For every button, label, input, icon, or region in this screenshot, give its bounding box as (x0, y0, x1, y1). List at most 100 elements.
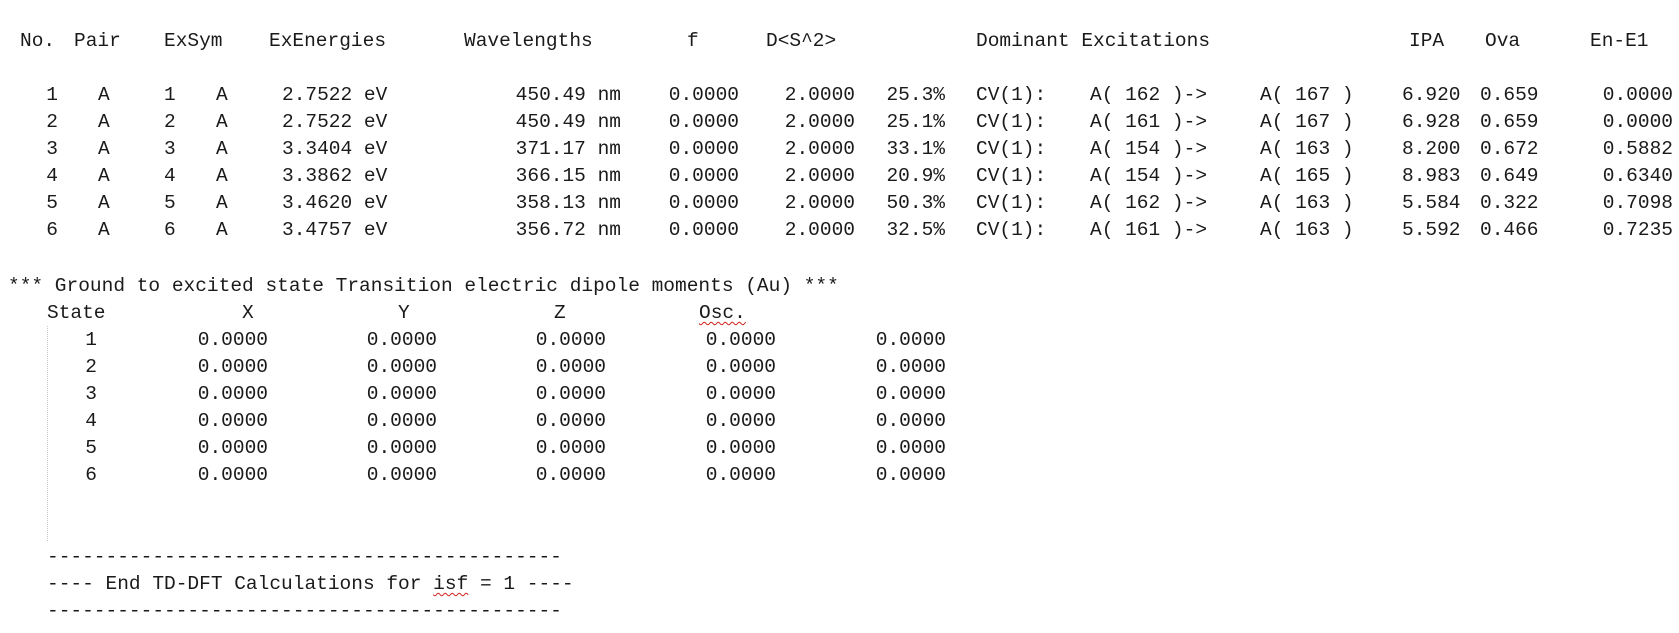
cell-no: 1 (46, 84, 58, 106)
cell-exsym-n: 6 (164, 219, 176, 241)
dipole-cell-value: 0.0000 (875, 356, 946, 378)
dipole-cell-value: 0.0000 (366, 437, 437, 459)
dipole-cell-value: 0.0000 (875, 410, 946, 432)
dipole-cell-value: 0.0000 (366, 356, 437, 378)
cell-ds2: 2.0000 (784, 165, 855, 187)
cell-from: A( 161 )-> (1090, 219, 1208, 241)
cell-ipa: 6.920 (1402, 84, 1461, 106)
cell-to: A( 165 ) (1260, 165, 1354, 187)
cell-pct: 25.3% (886, 84, 945, 106)
cell-ova: 0.659 (1480, 84, 1539, 106)
footer-dash-line-bottom: ----------------------------------------… (47, 600, 562, 622)
cell-exsym-n: 3 (164, 138, 176, 160)
cell-to: A( 163 ) (1260, 138, 1354, 160)
cell-cv: CV(1): (976, 192, 1047, 214)
header-ds2: D<S^2> (766, 30, 837, 52)
cell-ds2: 2.0000 (784, 138, 855, 160)
cell-energy: 3.4620 eV (282, 192, 388, 214)
dipole-cell-value: 0.0000 (366, 329, 437, 351)
cell-pct: 32.5% (886, 219, 945, 241)
header-ova: Ova (1485, 30, 1521, 52)
dipole-cell-value: 0.0000 (705, 464, 776, 486)
cell-exsym-s: A (216, 165, 228, 187)
dotted-guide-line (47, 326, 48, 541)
cell-wave: 450.49 nm (515, 84, 621, 106)
dipole-header-z: Z (554, 302, 566, 324)
dipole-cell-state: 1 (85, 329, 97, 351)
cell-wave: 356.72 nm (515, 219, 621, 241)
cell-energy: 3.3404 eV (282, 138, 388, 160)
dipole-cell-value: 0.0000 (535, 410, 606, 432)
dipole-cell-value: 0.0000 (535, 464, 606, 486)
cell-exsym-n: 2 (164, 111, 176, 133)
cell-no: 2 (46, 111, 58, 133)
header-wavelengths: Wavelengths (464, 30, 593, 52)
cell-pct: 25.1% (886, 111, 945, 133)
cell-no: 3 (46, 138, 58, 160)
cell-ene1: 0.7235 (1602, 219, 1673, 241)
dipole-cell-value: 0.0000 (197, 356, 268, 378)
dipole-cell-value: 0.0000 (535, 329, 606, 351)
cell-pair: A (98, 192, 110, 214)
cell-from: A( 154 )-> (1090, 138, 1208, 160)
footer-end-line: ---- End TD-DFT Calculations for isf = 1… (47, 571, 574, 598)
header-f: f (687, 30, 699, 52)
cell-ds2: 2.0000 (784, 192, 855, 214)
footer-end-prefix: ---- End TD-DFT Calculations for (47, 573, 434, 595)
cell-to: A( 167 ) (1260, 111, 1354, 133)
cell-pct: 50.3% (886, 192, 945, 214)
cell-ds2: 2.0000 (784, 84, 855, 106)
dipole-header-osc: Osc. (699, 302, 746, 324)
dipole-cell-value: 0.0000 (705, 356, 776, 378)
dipole-cell-value: 0.0000 (535, 356, 606, 378)
dipole-cell-value: 0.0000 (875, 437, 946, 459)
cell-from: A( 162 )-> (1090, 192, 1208, 214)
header-ipa: IPA (1409, 30, 1445, 52)
footer-dash-line-top: ----------------------------------------… (47, 546, 562, 568)
dipole-header-x: X (242, 302, 254, 324)
cell-ipa: 8.200 (1402, 138, 1461, 160)
cell-ene1: 0.5882 (1602, 138, 1673, 160)
dipole-cell-value: 0.0000 (366, 464, 437, 486)
cell-ds2: 2.0000 (784, 111, 855, 133)
cell-exsym-n: 5 (164, 192, 176, 214)
header-en-e1: En-E1 (1590, 30, 1649, 52)
cell-f: 0.0000 (668, 138, 739, 160)
cell-f: 0.0000 (668, 84, 739, 106)
cell-exsym-s: A (216, 192, 228, 214)
cell-from: A( 161 )-> (1090, 111, 1208, 133)
cell-ipa: 6.928 (1402, 111, 1461, 133)
cell-exsym-n: 1 (164, 84, 176, 106)
header-exsym: ExSym (164, 30, 223, 52)
cell-exsym-s: A (216, 219, 228, 241)
cell-ipa: 8.983 (1402, 165, 1461, 187)
header-no: No. (20, 30, 56, 52)
dipole-cell-value: 0.0000 (197, 383, 268, 405)
cell-energy: 2.7522 eV (282, 84, 388, 106)
cell-cv: CV(1): (976, 84, 1047, 106)
cell-no: 4 (46, 165, 58, 187)
cell-pct: 20.9% (886, 165, 945, 187)
cell-pair: A (98, 84, 110, 106)
cell-energy: 2.7522 eV (282, 111, 388, 133)
cell-pair: A (98, 138, 110, 160)
dipole-section-title: *** Ground to excited state Transition e… (8, 275, 839, 297)
dipole-cell-value: 0.0000 (535, 383, 606, 405)
cell-ova: 0.466 (1480, 219, 1539, 241)
cell-exsym-s: A (216, 84, 228, 106)
cell-ene1: 0.7098 (1602, 192, 1673, 214)
cell-f: 0.0000 (668, 165, 739, 187)
dipole-cell-value: 0.0000 (366, 383, 437, 405)
cell-cv: CV(1): (976, 219, 1047, 241)
dipole-cell-value: 0.0000 (875, 329, 946, 351)
cell-ova: 0.322 (1480, 192, 1539, 214)
cell-energy: 3.4757 eV (282, 219, 388, 241)
header-dominant-excitations: Dominant Excitations (976, 30, 1211, 52)
header-exenergies: ExEnergies (269, 30, 387, 52)
cell-no: 5 (46, 192, 58, 214)
dipole-cell-state: 4 (85, 410, 97, 432)
dipole-cell-value: 0.0000 (705, 437, 776, 459)
dipole-header-y: Y (398, 302, 410, 324)
cell-wave: 450.49 nm (515, 111, 621, 133)
cell-f: 0.0000 (668, 111, 739, 133)
